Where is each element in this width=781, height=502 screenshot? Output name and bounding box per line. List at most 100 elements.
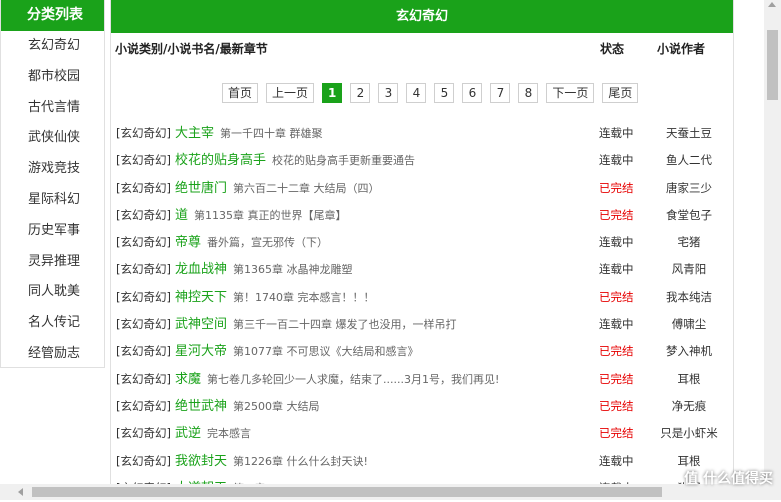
sidebar-item[interactable]: 名人传记 [1,308,104,339]
sidebar-item[interactable]: 都市校园 [1,62,104,93]
latest-chapter-link[interactable]: 番外篇，宣无邪传（下） [207,236,328,249]
latest-chapter-link[interactable]: 第三千一百二十四章 爆发了也没用，一样吊打 [233,318,457,331]
novel-title[interactable]: 绝世武神 [175,399,227,414]
page-button[interactable]: 1 [322,83,343,103]
novel-title[interactable]: 神控天下 [175,290,227,305]
row-category: [玄幻奇幻] [116,371,171,386]
novel-title-link[interactable]: 神控天下 第！1740章 完本感言！！！ [175,284,375,311]
vertical-scroll-thumb[interactable] [767,30,778,100]
latest-chapter-link[interactable]: 第！1740章 完本感言！！！ [233,291,375,304]
sidebar-item[interactable]: 玄幻奇幻 [1,31,104,62]
novel-title-link[interactable]: 求魔 第七卷几多轮回少一人求魔，结束了......3月1号，我们再见! [175,366,499,393]
page-button[interactable]: 4 [406,83,427,103]
novel-title-link[interactable]: 校花的贴身高手 校花的贴身高手更新重要通告 [175,147,415,174]
novel-title[interactable]: 龙血战神 [175,262,227,277]
novel-title[interactable]: 求魔 [175,372,201,387]
page-button[interactable]: 首页 [222,83,259,103]
latest-chapter-link[interactable]: 第1135章 真正的世界【尾章】 [194,209,347,222]
sidebar-item[interactable]: 武侠仙侠 [1,123,104,154]
novel-title-link[interactable]: 星河大帝 第1077章 不可思议《大结局和感言》 [175,338,419,365]
novel-title-link[interactable]: 龙血战神 第1365章 冰晶神龙雕塑 [175,256,353,283]
table-row: [玄幻奇幻] 绝世武神 第2500章 大结局 已完结 净无痕 [111,393,733,420]
column-header: 小说类别/小说书名/最新章节 状态 小说作者 [111,33,733,65]
page-button[interactable]: 7 [490,83,511,103]
sidebar-item[interactable]: 古代言情 [1,93,104,124]
table-row: [玄幻奇幻] 武神空间 第三千一百二十四章 爆发了也没用，一样吊打 连载中 傅啸尘 [111,311,733,338]
row-status: 已完结 [599,398,634,413]
sidebar-title: 分类列表 [1,0,104,31]
novel-title-link[interactable]: 武逆 完本感言 [175,420,251,447]
latest-chapter-link[interactable]: 第1365章 冰晶神龙雕塑 [233,263,353,276]
latest-chapter-link[interactable]: 第一千四十章 群雄聚 [220,127,323,140]
horizontal-scrollbar[interactable] [0,484,781,500]
latest-chapter-link[interactable]: 第1226章 什么什么封天诀! [233,455,368,468]
row-author[interactable]: 唐家三少 [641,175,737,202]
row-author[interactable]: 食堂包子 [641,202,737,229]
novel-title-link[interactable]: 我欲封天 第1226章 什么什么封天诀! [175,448,368,475]
row-category: [玄幻奇幻] [116,207,171,222]
horizontal-scroll-thumb[interactable] [32,487,662,497]
novel-title-link[interactable]: 帝尊 番外篇，宣无邪传（下） [175,229,328,256]
page-button[interactable]: 3 [378,83,399,103]
column-author: 小说作者 [657,42,706,56]
scroll-up-icon[interactable] [768,2,776,7]
row-status: 连载中 [599,126,634,140]
sidebar-item[interactable]: 经管励志 [1,339,104,370]
page-button[interactable]: 上一页 [266,83,315,103]
novel-title-link[interactable]: 道第1135章 真正的世界【尾章】 [175,202,347,229]
sidebar-item[interactable]: 星际科幻 [1,185,104,216]
row-status: 已完结 [599,289,634,304]
novel-title[interactable]: 武神空间 [175,317,227,332]
page-button[interactable]: 下一页 [546,83,595,103]
latest-chapter-link[interactable]: 第六百二十二章 大结局（四） [233,182,380,195]
row-category: [玄幻奇幻] [116,262,171,277]
page-button[interactable]: 8 [518,83,539,103]
latest-chapter-link[interactable]: 第1077章 不可思议《大结局和感言》 [233,345,419,358]
novel-title[interactable]: 我欲封天 [175,454,227,469]
latest-chapter-link[interactable]: 第2500章 大结局 [233,400,320,413]
row-status: 已完结 [599,371,634,386]
novel-title-link[interactable]: 大主宰 第一千四十章 群雄聚 [175,120,323,147]
novel-title[interactable]: 星河大帝 [175,344,227,359]
novel-title[interactable]: 绝世唐门 [175,181,227,196]
page-button[interactable]: 2 [350,83,371,103]
category-sidebar: 分类列表 玄幻奇幻 都市校园 古代言情 武侠仙侠 游戏竞技 星际科幻 历史军事 灵异推理 同人耽… [0,0,105,368]
sidebar-item[interactable]: 灵异推理 [1,247,104,278]
page-button[interactable]: 5 [434,83,455,103]
novel-title[interactable]: 道 [175,208,188,223]
table-row: [玄幻奇幻] 大主宰 第一千四十章 群雄聚 连载中 天蚕土豆 [111,120,733,147]
row-author[interactable]: 我本纯洁 [641,284,737,311]
row-category: [玄幻奇幻] [116,289,171,304]
row-author[interactable]: 傅啸尘 [641,311,737,338]
novel-title-link[interactable]: 绝世唐门 第六百二十二章 大结局（四） [175,175,380,202]
novel-title[interactable]: 帝尊 [175,235,201,250]
sidebar-item[interactable]: 同人耽美 [1,277,104,308]
table-row: [玄幻奇幻] 星河大帝 第1077章 不可思议《大结局和感言》 已完结 梦入神机 [111,338,733,365]
page-button[interactable]: 6 [462,83,483,103]
sidebar-item[interactable]: 游戏竞技 [1,154,104,185]
latest-chapter-link[interactable]: 完本感言 [207,427,251,440]
pagination: 首页 上一页 1 2 3 4 5 6 7 8 下一页 尾页 [222,83,646,103]
novel-title[interactable]: 武逆 [175,426,201,441]
latest-chapter-link[interactable]: 第七卷几多轮回少一人求魔，结束了......3月1号，我们再见! [207,373,499,386]
row-author[interactable]: 只是小虾米 [641,420,737,447]
row-author[interactable]: 宅猪 [641,229,737,256]
row-author[interactable]: 耳根 [641,366,737,393]
latest-chapter-link[interactable]: 校花的贴身高手更新重要通告 [272,154,415,167]
novel-title-link[interactable]: 绝世武神 第2500章 大结局 [175,393,320,420]
row-author[interactable]: 净无痕 [641,393,737,420]
vertical-scrollbar[interactable] [764,0,781,484]
row-author[interactable]: 天蚕土豆 [641,120,737,147]
row-author[interactable]: 风青阳 [641,256,737,283]
sidebar-item[interactable]: 历史军事 [1,216,104,247]
novel-title[interactable]: 大主宰 [175,126,214,141]
page-button[interactable]: 尾页 [602,83,639,103]
novel-title-link[interactable]: 武神空间 第三千一百二十四章 爆发了也没用，一样吊打 [175,311,457,338]
scroll-left-icon[interactable] [18,488,23,496]
row-category: [玄幻奇幻] [116,180,171,195]
novel-title[interactable]: 校花的贴身高手 [175,153,266,168]
row-author[interactable]: 梦入神机 [641,338,737,365]
row-author[interactable]: 鱼人二代 [641,147,737,174]
table-row: [玄幻奇幻] 求魔 第七卷几多轮回少一人求魔，结束了......3月1号，我们再见!… [111,366,733,393]
row-category: [玄幻奇幻] [116,235,171,250]
